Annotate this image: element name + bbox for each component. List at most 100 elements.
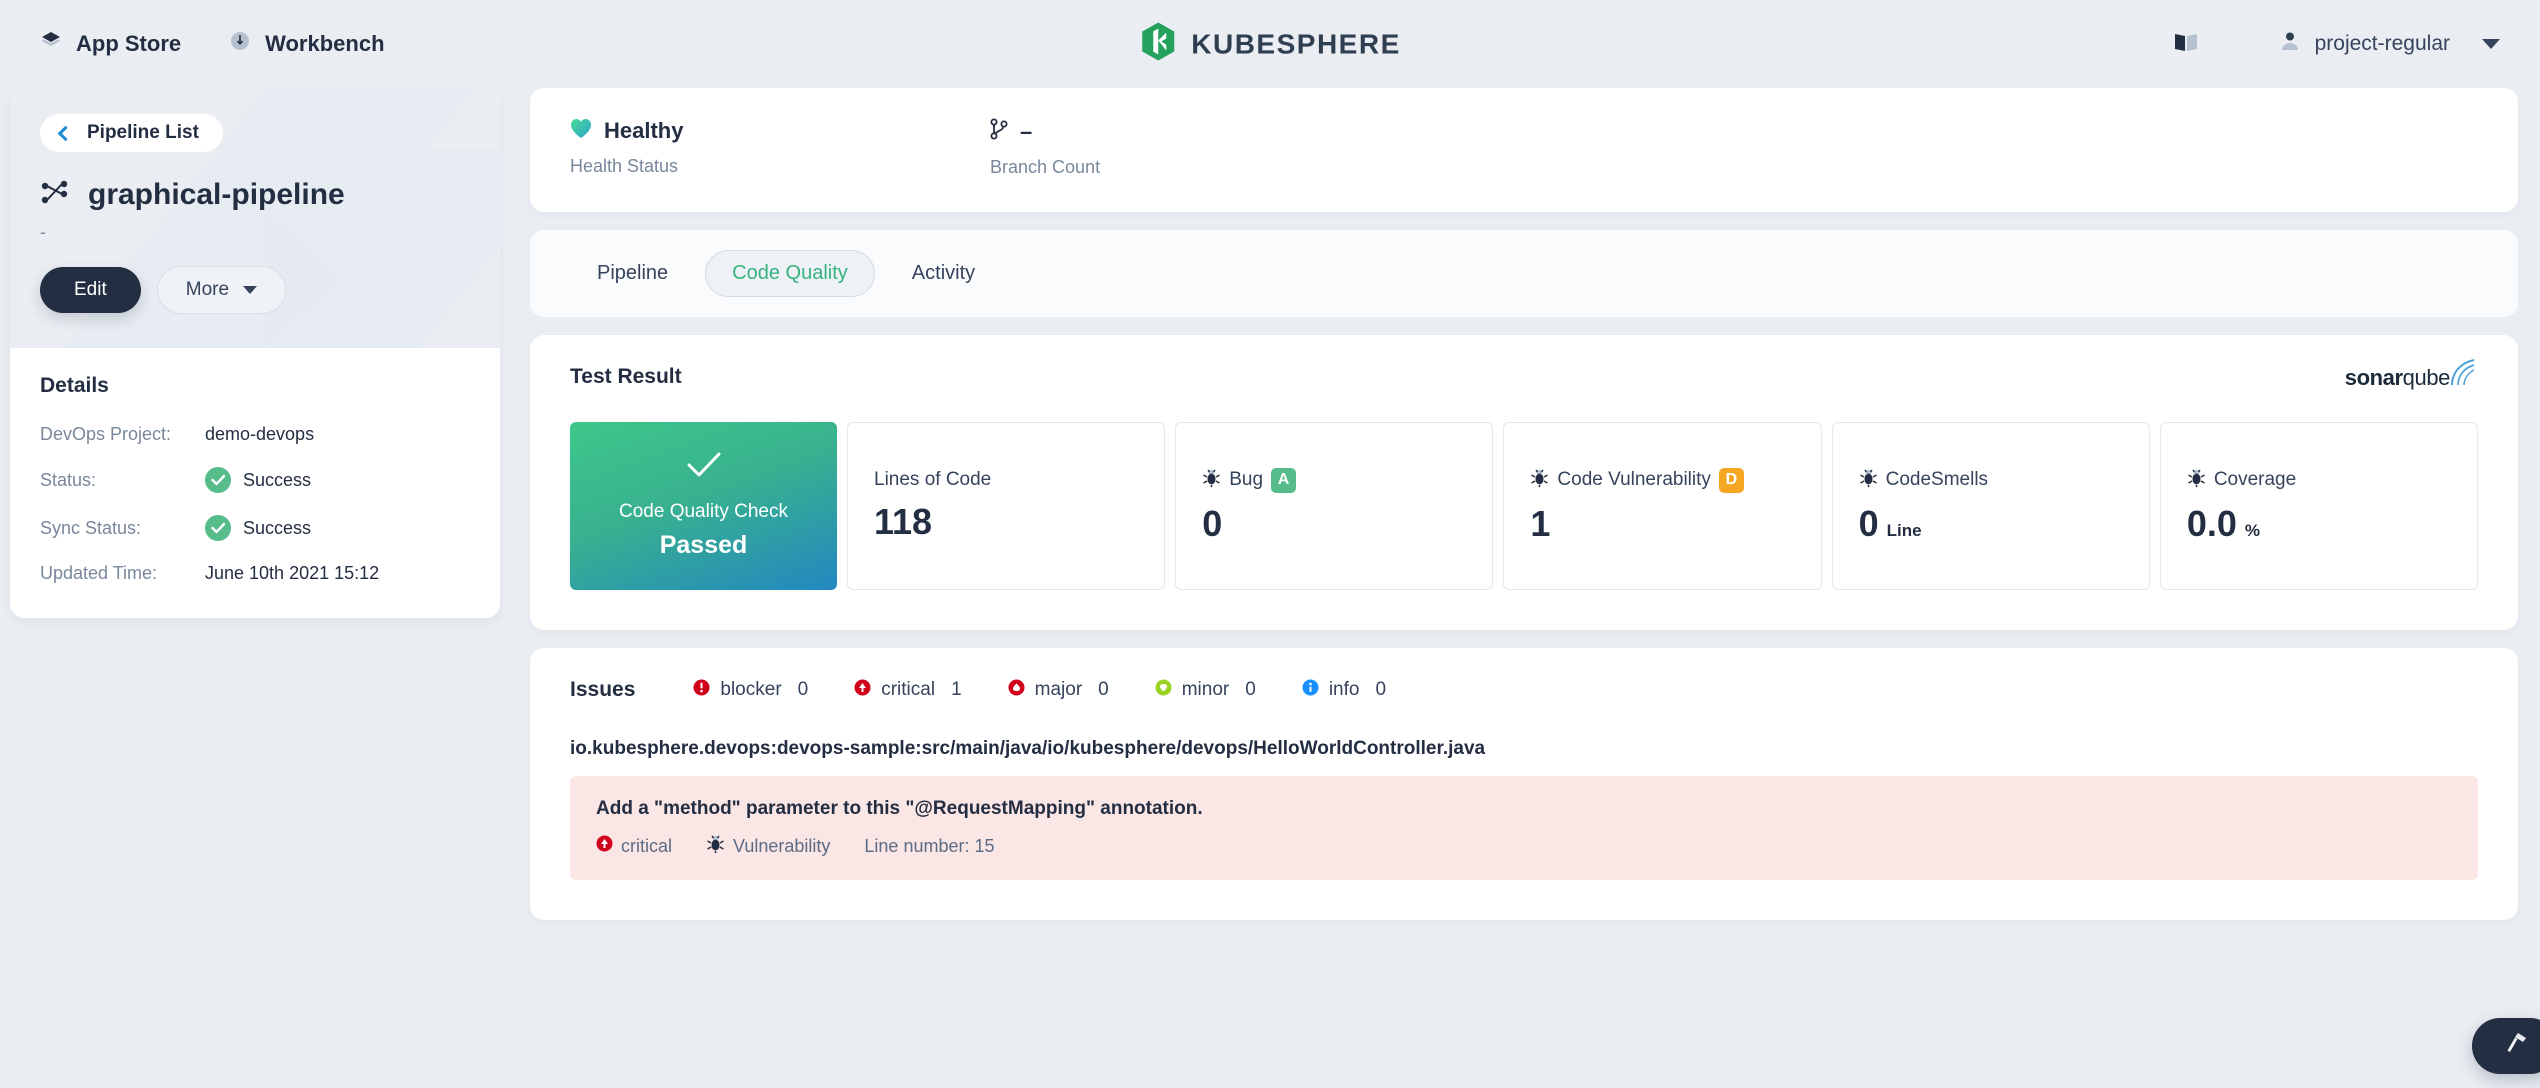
detail-key: Status: (40, 469, 97, 490)
metric-header: Code Vulnerability D (1530, 467, 1794, 493)
grade-badge: D (1718, 467, 1744, 493)
content-tabs: Pipeline Code Quality Activity (530, 230, 2518, 317)
more-button[interactable]: More (156, 266, 287, 314)
layers-icon (40, 30, 62, 58)
metric-card-coverage: Coverage 0.0 % (2159, 422, 2479, 590)
severity-info[interactable]: info 0 (1302, 679, 1386, 702)
top-navigation-bar: App Store Workbench KUBESPHERE project-r… (0, 0, 2540, 88)
details-section: Details DevOps Project: demo-devops Stat… (10, 348, 500, 618)
metric-card-lines-of-code: Lines of Code 118 (847, 422, 1166, 590)
health-status-value-row: Healthy (570, 118, 990, 144)
branch-count-value: – (1020, 118, 1033, 144)
metric-card-code-vulnerability: Code Vulnerability D 1 (1503, 422, 1822, 590)
issues-title: Issues (570, 678, 636, 701)
severity-count: 0 (797, 679, 809, 700)
issues-card: Issues blocker 0 critical 1 major 0 mino… (530, 648, 2518, 920)
status-text: Success (243, 469, 312, 490)
minor-icon (1155, 679, 1172, 702)
metric-header: Bug A (1202, 467, 1466, 493)
severity-count: 0 (1245, 679, 1256, 700)
branch-count-value-row: – (990, 118, 1410, 145)
nav-item-label: App Store (76, 31, 182, 56)
issue-detail-box[interactable]: Add a "method" parameter to this "@Reque… (570, 776, 2478, 880)
issue-type-label: Vulnerability (733, 835, 831, 856)
more-button-label: More (185, 279, 230, 300)
metric-value: 0 (1858, 502, 1879, 544)
metric-value: 0 (1202, 502, 1223, 544)
chevron-left-icon (57, 125, 74, 141)
pipeline-summary-card: Pipeline List graphical-pipeline - Edit … (10, 88, 500, 618)
heart-icon (570, 118, 592, 144)
sidebar: Pipeline List graphical-pipeline - Edit … (0, 88, 530, 1088)
issues-header: Issues blocker 0 critical 1 major 0 mino… (570, 678, 2478, 702)
severity-label: critical (881, 679, 936, 700)
metric-name: Coverage (2213, 469, 2297, 490)
issue-severity-label: critical (621, 835, 673, 856)
kubesphere-mark-icon (1139, 22, 1177, 67)
branch-count-label: Branch Count (990, 157, 1101, 177)
metric-unit: % (2244, 520, 2260, 540)
severity-critical[interactable]: critical 1 (854, 679, 962, 702)
metrics-row: Code Quality Check Passed Lines of Code … (570, 422, 2479, 590)
chevron-down-icon (2482, 39, 2500, 49)
detail-row: DevOps Project: demo-devops (40, 424, 470, 445)
toolbox-button[interactable] (2472, 1018, 2540, 1074)
issue-meta-row: critical Vulnerability Line number: 15 (596, 834, 2452, 858)
tab-pipeline[interactable]: Pipeline (570, 250, 695, 297)
pipeline-summary-header: Pipeline List graphical-pipeline - Edit … (10, 88, 500, 348)
nav-item-app-store[interactable]: App Store (40, 30, 181, 58)
metric-card-codesmells: CodeSmells 0 Line (1831, 422, 2150, 590)
severity-blocker[interactable]: blocker 0 (693, 679, 808, 702)
chevron-down-icon (243, 286, 258, 294)
blocker-icon (693, 679, 710, 702)
major-icon (1008, 679, 1025, 702)
metric-name: Lines of Code (874, 469, 992, 490)
book-icon[interactable] (2173, 31, 2199, 58)
health-status-stat: Healthy Health Status (570, 118, 990, 178)
nav-item-workbench[interactable]: Workbench (229, 30, 385, 58)
main-content: Healthy Health Status – Branch Count Pip… (530, 88, 2540, 1088)
metric-value-row: 0.0 % (2187, 503, 2451, 545)
edit-button[interactable]: Edit (40, 267, 141, 313)
hammer-icon (2501, 1030, 2529, 1063)
sonarqube-waves-icon (2450, 359, 2478, 392)
tab-code-quality[interactable]: Code Quality (705, 250, 875, 297)
severity-label: major (1034, 679, 1083, 700)
back-to-pipeline-list-button[interactable]: Pipeline List (40, 114, 223, 152)
detail-row: Updated Time: June 10th 2021 15:12 (40, 563, 470, 584)
metric-unit: Line (1886, 520, 1922, 540)
code-quality-check-card: Code Quality Check Passed (570, 422, 837, 590)
sonarqube-wordmark: sonarqube (2344, 365, 2451, 390)
user-name: project-regular (2314, 32, 2450, 55)
severity-count: 0 (1098, 679, 1109, 700)
metric-value-row: 118 (874, 501, 1138, 543)
top-nav-right: project-regular (2173, 30, 2500, 58)
check-mark-icon (687, 452, 721, 483)
compass-icon (229, 30, 251, 58)
severity-minor[interactable]: minor 0 (1155, 679, 1256, 702)
status-text: Success (243, 517, 312, 538)
severity-count: 0 (1375, 679, 1387, 700)
severity-label: minor (1181, 679, 1230, 700)
metric-name: Code Vulnerability (1557, 469, 1711, 490)
back-button-label: Pipeline List (87, 122, 199, 143)
metric-header: Coverage (2187, 468, 2451, 493)
test-result-title: Test Result (570, 365, 682, 388)
check-circle-icon (205, 515, 231, 541)
detail-row: Status: Success (40, 467, 470, 493)
severity-major[interactable]: major 0 (1008, 679, 1109, 702)
bug-icon (1859, 468, 1878, 493)
bug-icon (1530, 468, 1549, 493)
issue-type: Vulnerability (706, 834, 830, 858)
issue-severity: critical (596, 835, 672, 857)
grade-badge: A (1271, 467, 1297, 493)
severity-label: blocker (720, 679, 782, 700)
kubesphere-logo[interactable]: KUBESPHERE (1139, 22, 1400, 67)
user-menu[interactable]: project-regular (2279, 30, 2500, 58)
tab-activity[interactable]: Activity (885, 250, 1002, 297)
metric-value: 118 (874, 501, 933, 542)
detail-row: Sync Status: Success (40, 515, 470, 541)
detail-value: June 10th 2021 15:12 (205, 563, 380, 583)
pipeline-subtitle: - (40, 222, 46, 242)
detail-value: demo-devops (205, 424, 315, 444)
